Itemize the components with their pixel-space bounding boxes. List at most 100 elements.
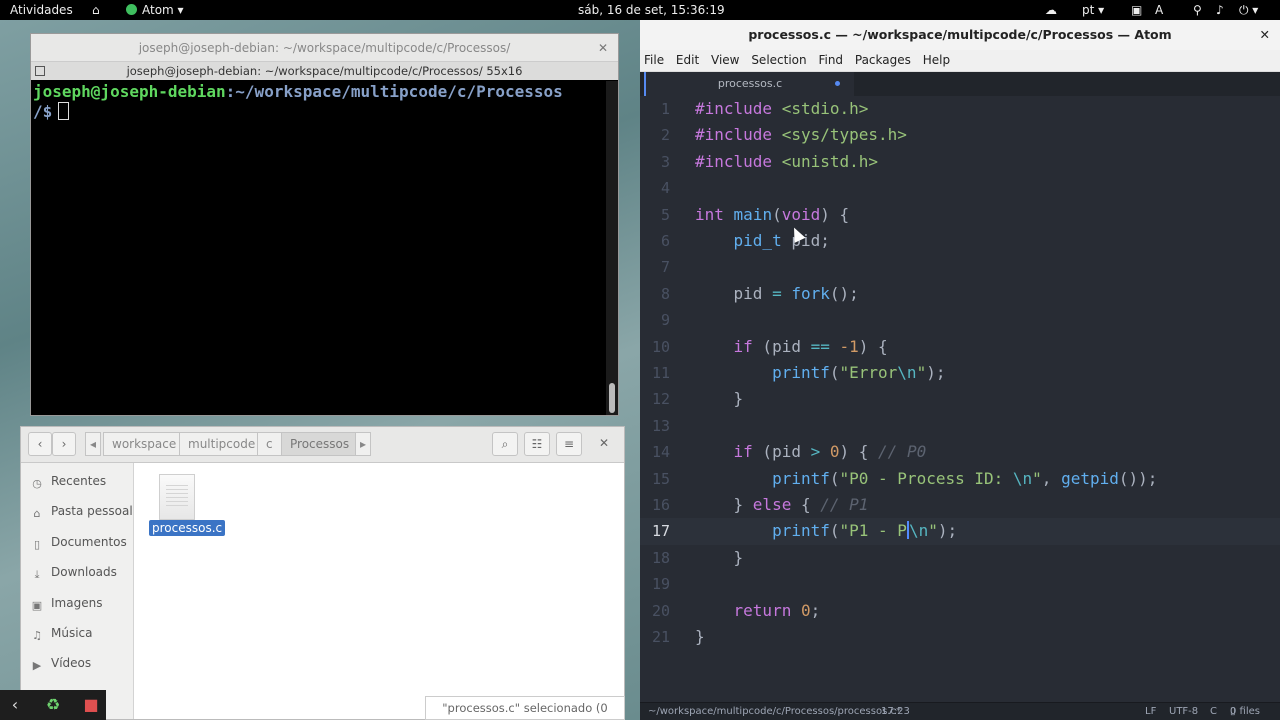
code-line: 7	[640, 254, 1280, 280]
file-manager-window: ‹ › ◂ workspace multipcode c Processos ▸…	[20, 426, 625, 720]
sidebar-label: Pasta pessoal	[51, 504, 133, 519]
line-number: 21	[651, 628, 670, 646]
code-line: 6 pid_t pid;	[640, 228, 1280, 254]
code-line: 16 } else { // P1	[640, 492, 1280, 518]
app-menu[interactable]: Atom ▾	[126, 3, 184, 17]
scrollbar-thumb[interactable]	[609, 383, 615, 413]
line-number: 10	[651, 337, 670, 356]
crumb-processos[interactable]: Processos	[281, 432, 359, 456]
crumb-multipcode[interactable]: multipcode	[179, 432, 265, 456]
status-encoding[interactable]: UTF-8	[1169, 703, 1198, 720]
menu-help[interactable]: Help	[923, 53, 950, 67]
sidebar-label: Vídeos	[51, 656, 92, 671]
line-number: 1	[660, 100, 670, 118]
status-grammar[interactable]: C	[1210, 703, 1217, 720]
crumb-right-arrow[interactable]: ▸	[355, 432, 372, 456]
file-manager-header: ‹ › ◂ workspace multipcode c Processos ▸…	[21, 427, 624, 463]
line-number: 15	[651, 469, 670, 488]
home-icon[interactable]: ⌂	[92, 3, 100, 17]
selection-status: "processos.c" selecionado (0 byte)	[425, 696, 625, 720]
code-text: }	[695, 547, 744, 567]
code-line: 12 }	[640, 386, 1280, 412]
sidebar-item-imagens[interactable]: ▣ Imagens	[21, 588, 133, 618]
atom-title: processos.c — ~/workspace/multipcode/c/P…	[748, 27, 1172, 42]
menu-packages[interactable]: Packages	[855, 53, 911, 67]
terminal-cursor	[58, 102, 70, 120]
grid-icon[interactable]	[35, 66, 45, 76]
code-line: 5 int main(void) {	[640, 202, 1280, 228]
top-bar: Atividades ⌂ Atom ▾ sáb, 16 de set, 15:3…	[0, 0, 1280, 20]
camera-icon[interactable]: ■	[80, 694, 102, 716]
sidebar-item-pasta-pessoal[interactable]: ⌂ Pasta pessoal	[21, 496, 133, 526]
cloud-icon[interactable]: ☁	[1045, 3, 1057, 17]
crumb-c[interactable]: c	[257, 432, 282, 456]
code-text: pid = fork();	[695, 283, 859, 303]
line-number: 9	[660, 311, 670, 330]
accessibility-icon[interactable]: A	[1155, 3, 1163, 17]
menu-icon[interactable]: ≡	[556, 432, 582, 456]
music-icon: ♫	[32, 628, 42, 642]
crumb-workspace[interactable]: workspace	[103, 432, 186, 456]
terminal-subtitle-bar: joseph@joseph-debian: ~/workspace/multip…	[31, 62, 618, 80]
code-line: 18 }	[640, 545, 1280, 571]
document-icon: ▯	[33, 537, 41, 551]
view-options-icon[interactable]: ☷	[524, 432, 550, 456]
volume-icon[interactable]: ♪	[1216, 3, 1224, 17]
menu-find[interactable]: Find	[818, 53, 843, 67]
line-number: 8	[660, 284, 670, 303]
code-text: }	[695, 389, 744, 409]
code-line: 11 printf("Error\n");	[640, 360, 1280, 386]
menu-selection[interactable]: Selection	[751, 53, 806, 67]
network-icon[interactable]: ⚲	[1193, 3, 1202, 17]
terminal-titlebar[interactable]: joseph@joseph-debian: ~/workspace/multip…	[31, 34, 618, 62]
terminal-scrollbar[interactable]	[606, 81, 618, 415]
file-name-label[interactable]: processos.c	[149, 520, 226, 536]
status-file-path[interactable]: ~/workspace/multipcode/c/Processos/proce…	[648, 703, 901, 720]
activities-button[interactable]: Atividades	[10, 3, 73, 17]
code-line: 10 if (pid == -1) {	[640, 334, 1280, 360]
file-view[interactable]: processos.c	[134, 463, 624, 719]
status-line-ending[interactable]: LF	[1145, 703, 1156, 720]
atom-titlebar[interactable]: processos.c — ~/workspace/multipcode/c/P…	[640, 20, 1280, 50]
window-icon[interactable]: ▣	[1131, 3, 1142, 17]
code-editor[interactable]: 1 #include <stdio.h> 2 #include <sys/types…	[640, 96, 1280, 702]
close-icon[interactable]: ✕	[598, 34, 608, 62]
sidebar-item-downloads[interactable]: ⤓ Downloads	[21, 557, 133, 587]
search-icon[interactable]: ⌕	[492, 432, 518, 456]
terminal-output[interactable]: joseph@joseph-debian:~/workspace/multipc…	[31, 81, 606, 415]
crumb-left-arrow[interactable]: ◂	[85, 432, 102, 456]
code-text: }	[695, 627, 705, 646]
line-number: 2	[660, 126, 670, 145]
menu-file[interactable]: File	[644, 53, 664, 67]
power-icon[interactable]: ⏻ ▾	[1239, 3, 1258, 18]
code-line: 3 #include <unistd.h>	[640, 149, 1280, 175]
menu-view[interactable]: View	[711, 53, 739, 67]
code-text: if (pid == -1) {	[733, 336, 888, 356]
clock[interactable]: sáb, 16 de set, 15:36:19	[578, 3, 725, 17]
status-cursor-position[interactable]: 17:23	[881, 703, 910, 720]
tab-processos-c[interactable]: processos.c	[644, 72, 854, 96]
recycle-icon[interactable]: ♻	[42, 694, 64, 716]
line-number: 18	[651, 548, 670, 567]
back-button[interactable]: ‹	[28, 432, 52, 456]
modified-indicator	[835, 81, 840, 86]
sidebar-label: Música	[51, 625, 93, 640]
atom-window: processos.c — ~/workspace/multipcode/c/P…	[640, 20, 1280, 720]
line-number: 3	[660, 152, 670, 171]
sidebar-item-videos[interactable]: ▶ Vídeos	[21, 648, 133, 678]
forward-button[interactable]: ›	[52, 432, 76, 456]
sidebar-item-recentes[interactable]: ◷ Recentes	[21, 466, 133, 496]
sidebar-label: Recentes	[51, 474, 107, 488]
sidebar-item-musica[interactable]: ♫ Música	[21, 618, 133, 648]
close-icon[interactable]: ✕	[599, 436, 609, 450]
sidebar-item-documentos[interactable]: ▯ Documentos	[21, 527, 133, 557]
menu-edit[interactable]: Edit	[676, 53, 699, 67]
close-icon[interactable]: ✕	[1260, 20, 1270, 50]
language-indicator[interactable]: pt ▾	[1082, 3, 1104, 17]
chevron-left-icon[interactable]: ‹	[4, 694, 26, 716]
text-file-icon[interactable]	[159, 474, 195, 520]
code-text: if (pid > 0) { // P0	[733, 442, 927, 462]
code-text: #include <sys/types.h>	[695, 125, 907, 145]
image-icon: ▣	[31, 598, 43, 612]
prompt-path: :~/workspace/multipcode/c/Processos	[225, 82, 563, 101]
